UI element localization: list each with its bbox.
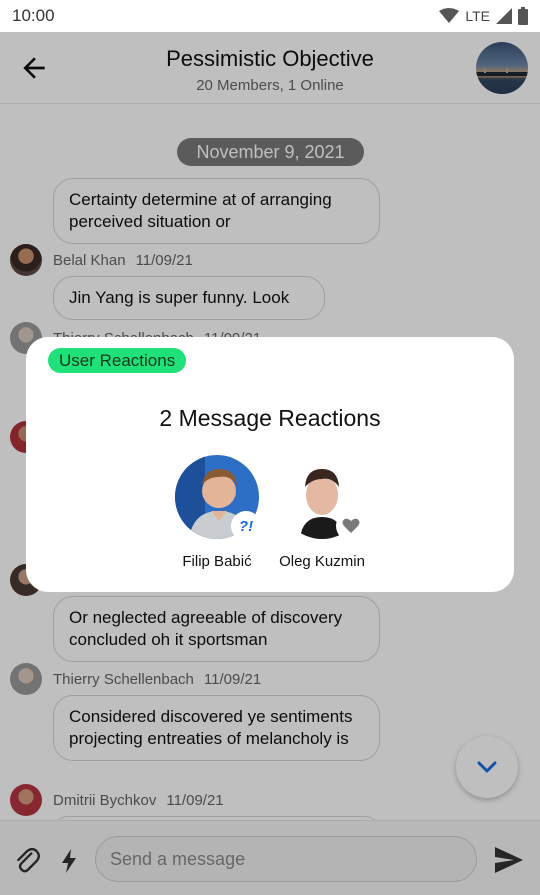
signal-icon (496, 8, 512, 24)
reactor-avatar: ?! (175, 455, 261, 541)
reactions-modal: User Reactions 2 Message Reactions ?! Fi… (26, 337, 514, 592)
status-time: 10:00 (12, 6, 55, 25)
reactor-avatar (280, 455, 366, 541)
reactor-item[interactable]: Oleg Kuzmin (262, 455, 382, 570)
wifi-icon (439, 8, 460, 23)
network-label: LTE (465, 8, 490, 24)
reaction-badge-heart (336, 511, 366, 541)
reaction-badge: ?! (231, 511, 261, 541)
user-reactions-tag: User Reactions (48, 348, 187, 373)
reactor-name: Oleg Kuzmin (279, 553, 365, 570)
reactor-item[interactable]: ?! Filip Babić (157, 455, 277, 570)
status-icons: LTE (439, 7, 528, 25)
reactor-name: Filip Babić (182, 553, 252, 570)
reactions-count-title: 2 Message Reactions (159, 405, 381, 431)
heart-icon (342, 518, 360, 533)
battery-icon (518, 7, 528, 25)
status-bar: 10:00 LTE (0, 0, 540, 32)
